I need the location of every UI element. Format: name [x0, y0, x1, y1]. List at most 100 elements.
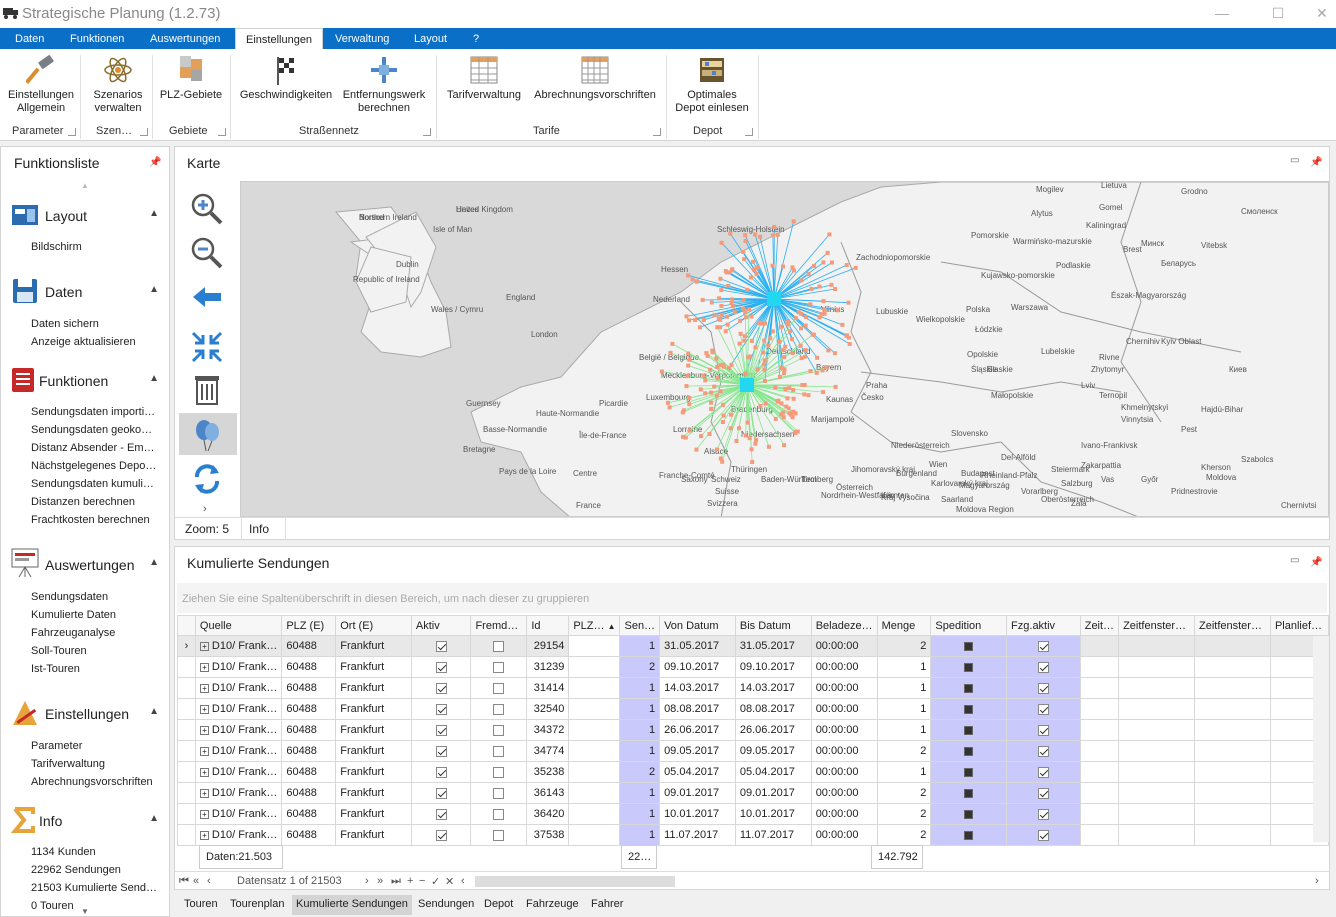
cell-spedition[interactable] — [930, 698, 1008, 720]
checkbox-indeterminate[interactable] — [964, 830, 974, 840]
checkbox-checked[interactable] — [1037, 682, 1049, 694]
column-header-plz-sorted[interactable]: PLZ… ▲ — [568, 615, 621, 636]
cell-spedition[interactable] — [930, 740, 1008, 762]
function-item[interactable]: Kumulierte Daten — [31, 609, 159, 621]
checkbox-checked[interactable] — [435, 766, 447, 778]
grid-horizontal-scrollbar[interactable] — [475, 876, 675, 887]
tarifverwaltung-button[interactable]: Tarifverwaltung — [442, 55, 526, 102]
zoom-in-icon[interactable] — [189, 191, 225, 227]
function-item[interactable]: Sendungsdaten kumuli… — [31, 478, 159, 490]
expand-row-icon[interactable]: + — [199, 789, 209, 798]
zoom-out-icon[interactable] — [189, 235, 225, 271]
expand-row-icon[interactable]: + — [199, 726, 209, 735]
entfernungswerk-berechnen-button[interactable]: Entfernungswerk berechnen — [338, 55, 430, 115]
column-header-spedition[interactable]: Spedition — [930, 615, 1008, 636]
function-item[interactable]: Soll-Touren — [31, 645, 159, 657]
column-header-zeitfenster-2[interactable]: Zeitfenster… — [1194, 615, 1271, 636]
checkbox-unchecked[interactable] — [493, 829, 505, 841]
first-record-button[interactable]: ⏮ — [179, 875, 189, 888]
function-item[interactable]: Ist-Touren — [31, 663, 159, 675]
menu-einstellungen[interactable]: Einstellungen — [235, 28, 324, 49]
expand-row-icon[interactable]: + — [199, 684, 209, 693]
group-launcher[interactable] — [745, 128, 753, 136]
cell-aktiv[interactable] — [410, 782, 472, 804]
function-item[interactable]: Tarifverwaltung — [31, 758, 159, 770]
cell-aktiv[interactable] — [410, 698, 472, 720]
add-record-button[interactable]: + — [407, 875, 413, 887]
expand-row-icon[interactable]: + — [199, 663, 209, 672]
map-canvas[interactable]: Northern Ireland United Kingdom Isle of Ma… — [240, 181, 1329, 517]
checkbox-indeterminate[interactable] — [964, 746, 974, 756]
expand-row-icon[interactable]: + — [199, 768, 209, 777]
cell-fremd[interactable] — [470, 719, 528, 741]
table-row[interactable]: › + D10/ Frank… 60488 Frankfurt 29154 1 31.05.2… — [177, 635, 1330, 657]
scroll-up-icon[interactable]: ▲ — [81, 181, 89, 190]
checkbox-checked[interactable] — [435, 808, 447, 820]
minimize-button[interactable]: — — [1200, 2, 1244, 24]
cell-fzg-aktiv[interactable] — [1006, 656, 1081, 678]
more-tools-icon[interactable]: › — [203, 503, 207, 515]
cell-fzg-aktiv[interactable] — [1006, 719, 1081, 741]
tab-fahrer[interactable]: Fahrer — [587, 895, 627, 915]
checkbox-indeterminate[interactable] — [964, 767, 974, 777]
expand-row-icon[interactable]: + — [199, 642, 209, 651]
tab-tourenplan[interactable]: Tourenplan — [226, 895, 288, 915]
cell-fremd[interactable] — [470, 761, 528, 783]
checkbox-checked[interactable] — [1037, 703, 1049, 715]
maximize-panel-icon[interactable]: ▭ — [1290, 155, 1299, 166]
collapse-arrows-icon[interactable] — [189, 329, 225, 365]
maximize-panel-icon[interactable]: ▭ — [1290, 555, 1299, 566]
checkbox-unchecked[interactable] — [493, 703, 505, 715]
checkbox-indeterminate[interactable] — [964, 809, 974, 819]
scroll-down-icon[interactable]: ▼ — [81, 907, 89, 916]
function-item[interactable]: Parameter — [31, 740, 159, 752]
cell-aktiv[interactable] — [410, 761, 472, 783]
function-item[interactable]: Frachtkosten berechnen — [31, 514, 159, 526]
geschwindigkeiten-button[interactable]: Geschwindigkeiten — [238, 55, 334, 102]
cell-fremd[interactable] — [470, 677, 528, 699]
cell-aktiv[interactable] — [410, 824, 472, 846]
checkbox-unchecked[interactable] — [493, 745, 505, 757]
next-record-button[interactable]: › — [365, 875, 369, 887]
refresh-icon[interactable] — [189, 461, 225, 497]
szenarios-verwalten-button[interactable]: Szenarios verwalten — [86, 55, 150, 115]
cell-aktiv[interactable] — [410, 740, 472, 762]
depot-south-marker[interactable] — [740, 378, 754, 392]
checkbox-indeterminate[interactable] — [964, 704, 974, 714]
checkbox-indeterminate[interactable] — [964, 788, 974, 798]
depot-north-marker[interactable] — [767, 292, 781, 306]
cell-spedition[interactable] — [930, 761, 1008, 783]
table-row[interactable]: + D10/ Frank… 60488 Frankfurt 35238 2 05.04.20… — [177, 761, 1330, 783]
collapse-icon[interactable]: ▲ — [149, 373, 159, 384]
checkbox-indeterminate[interactable] — [964, 662, 974, 672]
checkbox-unchecked[interactable] — [493, 661, 505, 673]
column-header-quelle[interactable]: Quelle — [194, 615, 283, 636]
cell-fzg-aktiv[interactable] — [1006, 761, 1081, 783]
optimales-depot-einlesen-button[interactable]: Optimales Depot einlesen — [672, 55, 752, 115]
last-record-button[interactable]: ⏭ — [391, 875, 401, 888]
grid-vertical-scrollbar[interactable] — [1313, 636, 1329, 842]
tab-touren[interactable]: Touren — [180, 895, 222, 915]
collapse-icon[interactable]: ▲ — [149, 284, 159, 295]
pin-icon[interactable]: 📌 — [149, 157, 161, 168]
group-launcher[interactable] — [140, 128, 148, 136]
menu-funktionen[interactable]: Funktionen — [70, 31, 124, 47]
table-row[interactable]: + D10/ Frank… 60488 Frankfurt 36420 1 10.01.20… — [177, 803, 1330, 825]
column-header-aktiv[interactable]: Aktiv — [410, 615, 472, 636]
group-launcher[interactable] — [653, 128, 661, 136]
pin-icon[interactable]: 📌 — [1310, 157, 1322, 168]
collapse-icon[interactable]: ▲ — [149, 208, 159, 219]
checkbox-checked[interactable] — [1037, 829, 1049, 841]
table-row[interactable]: + D10/ Frank… 60488 Frankfurt 37538 1 11.07.20… — [177, 824, 1330, 846]
trash-icon[interactable] — [189, 371, 225, 407]
function-item[interactable]: Anzeige aktualisieren — [31, 336, 159, 348]
prev-record-button[interactable]: ‹ — [207, 875, 211, 887]
tab-sendungen[interactable]: Sendungen — [414, 895, 478, 915]
checkbox-unchecked[interactable] — [493, 640, 505, 652]
section-header-info[interactable]: Info ▲ — [11, 807, 161, 833]
column-header-id[interactable]: Id — [526, 615, 570, 636]
menu-verwaltung[interactable]: Verwaltung — [335, 31, 389, 47]
cell-fremd[interactable] — [470, 824, 528, 846]
checkbox-checked[interactable] — [1037, 661, 1049, 673]
cell-fzg-aktiv[interactable] — [1006, 635, 1081, 657]
